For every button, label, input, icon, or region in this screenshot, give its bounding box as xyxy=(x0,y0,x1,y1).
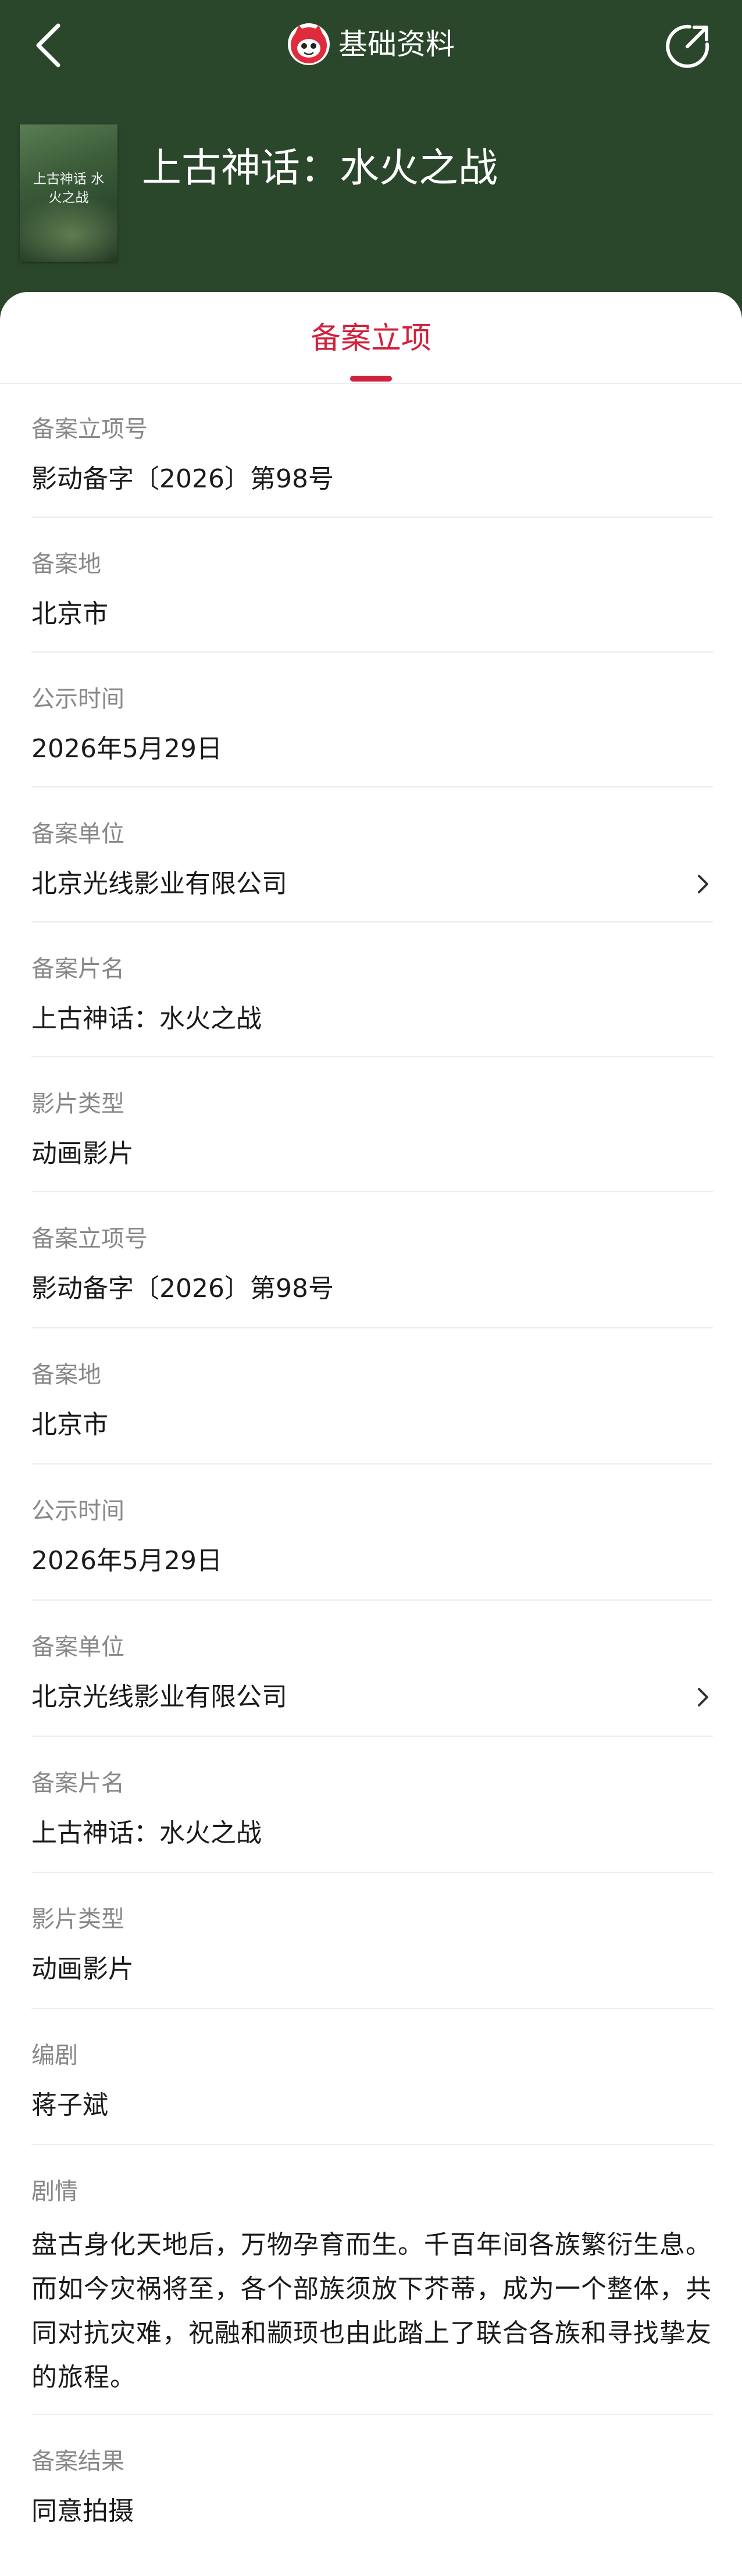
info-row: 备案片名 上古神话：水火之战 xyxy=(31,1737,713,1873)
row-label: 备案单位 xyxy=(31,821,124,847)
row-value: 影动备字〔2026〕第98号 xyxy=(31,464,334,494)
chevron-right-icon xyxy=(698,1688,708,1706)
row-value: 同意拍摄 xyxy=(31,2496,134,2526)
movie-name: 上古神话：水火之战 xyxy=(142,145,498,191)
row-value: 2026年5月29日 xyxy=(31,734,222,764)
row-value: 北京光线影业有限公司 xyxy=(31,869,287,899)
row-value: 北京市 xyxy=(31,599,108,629)
synopsis-row: 剧情 盘古身化天地后，万物孕育而生。千百年间各族繁衍生息。而如今灾祸将至，各个部… xyxy=(31,2145,713,2415)
info-row: 备案结果 同意拍摄 xyxy=(31,2415,713,2549)
row-value: 上古神话：水火之战 xyxy=(31,1818,262,1848)
row-value: 蒋子斌 xyxy=(31,2090,108,2120)
top-navigation-bar: 基础资料 xyxy=(0,0,742,91)
row-label: 备案单位 xyxy=(31,1634,124,1661)
cat-logo-icon xyxy=(288,23,330,65)
title-area: 基础资料 xyxy=(0,20,742,69)
row-value: 影动备字〔2026〕第98号 xyxy=(31,1274,334,1303)
tab-filing[interactable]: 备案立项 xyxy=(0,315,742,362)
row-label: 备案地 xyxy=(31,551,101,578)
info-row: 备案片名 上古神话：水火之战 xyxy=(31,922,713,1057)
row-label: 备案片名 xyxy=(31,956,124,982)
row-value: 2026年5月29日 xyxy=(31,1546,222,1576)
chevron-right-icon xyxy=(698,875,708,893)
company-row[interactable]: 备案单位 北京光线影业有限公司 xyxy=(31,788,713,922)
row-value: 动画影片 xyxy=(31,1954,134,1984)
row-label: 备案立项号 xyxy=(31,1225,148,1252)
info-row: 影片类型 动画影片 xyxy=(31,1057,713,1192)
info-row: 备案立项号 影动备字〔2026〕第98号 xyxy=(31,1192,713,1328)
info-row: 编剧 蒋子斌 xyxy=(31,2009,713,2145)
info-row: 备案地 北京市 xyxy=(31,1328,713,1465)
row-label: 备案片名 xyxy=(31,1770,124,1797)
info-row: 公示时间 2026年5月29日 xyxy=(31,653,713,788)
info-row: 备案地 北京市 xyxy=(31,518,713,653)
page-title: 基础资料 xyxy=(338,27,455,61)
row-label: 备案立项号 xyxy=(31,416,148,443)
info-list: 备案立项号 影动备字〔2026〕第98号 备案地 北京市 公示时间 2026年5… xyxy=(0,383,742,2549)
info-row: 备案立项号 影动备字〔2026〕第98号 xyxy=(31,383,713,518)
row-label: 影片类型 xyxy=(31,1906,124,1933)
row-label: 编剧 xyxy=(31,2042,78,2069)
row-value: 北京光线影业有限公司 xyxy=(31,1682,287,1712)
info-card: 备案立项 备案立项号 影动备字〔2026〕第98号 备案地 北京市 公示时间 2… xyxy=(0,292,742,2576)
row-label: 备案结果 xyxy=(31,2448,124,2475)
movie-poster[interactable]: 上古神话 水火之战 xyxy=(20,124,117,262)
poster-title-text: 上古神话 水火之战 xyxy=(33,172,105,205)
row-label: 公示时间 xyxy=(31,686,124,712)
tab-active-indicator xyxy=(350,376,392,382)
tab-bar: 备案立项 xyxy=(0,292,742,384)
row-label: 公示时间 xyxy=(31,1498,124,1524)
row-value: 动画影片 xyxy=(31,1139,134,1168)
info-row: 公示时间 2026年5月29日 xyxy=(31,1465,713,1601)
share-button[interactable] xyxy=(664,22,712,70)
row-label: 影片类型 xyxy=(31,1091,124,1117)
row-label: 备案地 xyxy=(31,1362,101,1388)
row-label: 剧情 xyxy=(31,2178,78,2205)
row-value: 北京市 xyxy=(31,1410,108,1440)
synopsis-text: 盘古身化天地后，万物孕育而生。千百年间各族繁衍生息。而如今灾祸将至，各个部族须放… xyxy=(31,2230,712,2392)
info-row: 影片类型 动画影片 xyxy=(31,1873,713,2009)
company-row[interactable]: 备案单位 北京光线影业有限公司 xyxy=(31,1601,713,1737)
share-icon xyxy=(666,24,709,68)
row-value: 上古神话：水火之战 xyxy=(31,1004,262,1034)
